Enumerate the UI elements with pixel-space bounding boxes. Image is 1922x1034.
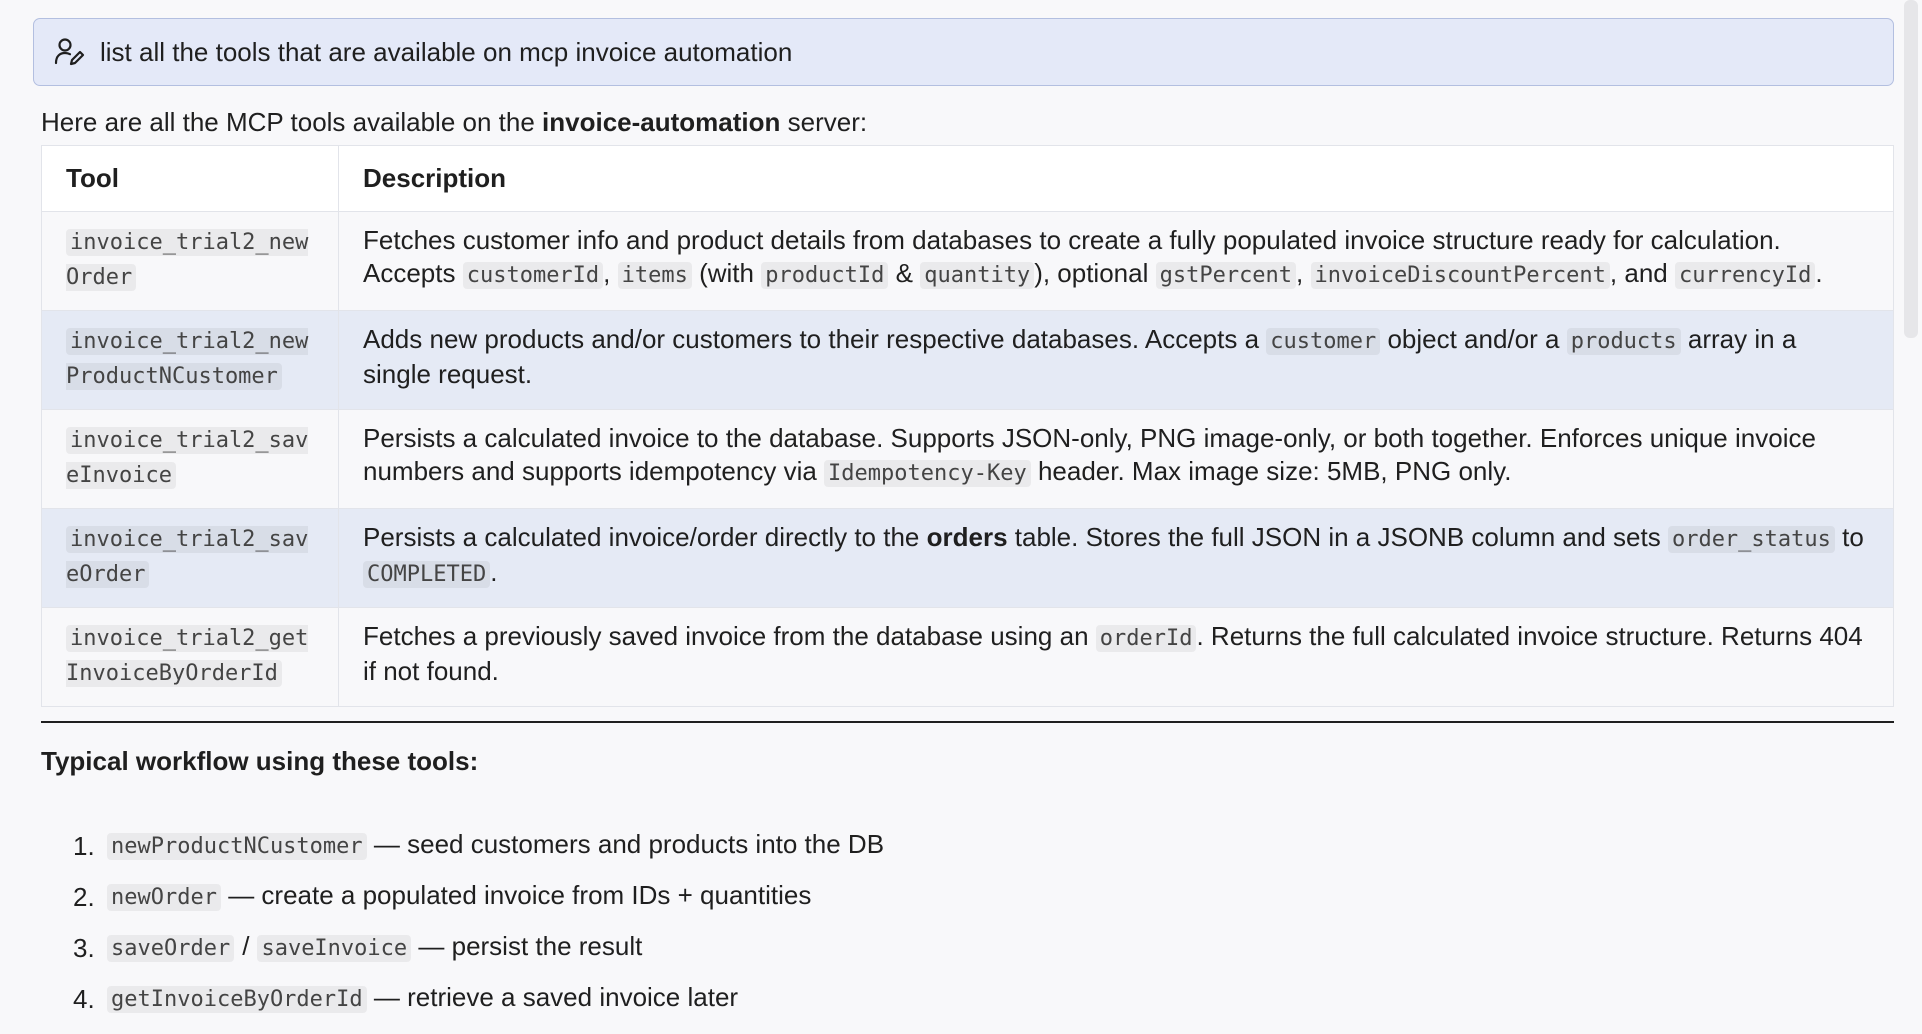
description-text: .: [1815, 258, 1823, 288]
inline-code: items: [617, 262, 692, 289]
step-text: — seed customers and products into the D…: [366, 829, 885, 859]
inline-code: customerId: [462, 262, 604, 289]
step-code: newOrder: [107, 884, 221, 911]
chat-page: list all the tools that are available on…: [0, 0, 1922, 1034]
description-text: , and: [1609, 258, 1675, 288]
step-code: saveOrder: [107, 935, 235, 962]
tool-name-cell: invoice_trial2_getInvoiceByOrderId: [41, 607, 339, 707]
step-code: saveInvoice: [257, 935, 412, 962]
workflow-step: 3. saveOrder / saveInvoice — persist the re…: [73, 922, 884, 973]
step-text: — retrieve a saved invoice later: [366, 982, 739, 1012]
tool-name-cell: invoice_trial2_saveOrder: [41, 508, 339, 608]
inline-code: invoiceDiscountPercent: [1310, 262, 1610, 289]
inline-code: COMPLETED: [363, 561, 491, 588]
description-text: Fetches a previously saved invoice from …: [363, 621, 1096, 651]
table-row: invoice_trial2_newOrder Fetches customer …: [41, 211, 1894, 311]
step-content: newProductNCustomer — seed customers and…: [107, 826, 884, 865]
user-edit-icon[interactable]: [52, 35, 86, 69]
step-text: — create a populated invoice from IDs + …: [220, 880, 812, 910]
inline-code: quantity: [920, 262, 1035, 289]
table-row: invoice_trial2_saveOrder Persists a calcu…: [41, 508, 1894, 608]
description-text: ,: [1296, 258, 1311, 288]
tool-name-cell: invoice_trial2_saveInvoice: [41, 409, 339, 509]
table-row: invoice_trial2_saveInvoice Persists a cal…: [41, 409, 1894, 509]
tool-description-cell: Adds new products and/or customers to th…: [338, 310, 1894, 410]
description-text: Adds new products and/or customers to th…: [363, 324, 1267, 354]
workflow-step: 2. newOrder — create a populated invoice …: [73, 871, 884, 922]
description-text: .: [490, 557, 498, 587]
tools-table-body: invoice_trial2_newOrder Fetches customer …: [41, 211, 1894, 707]
table-row: invoice_trial2_getInvoiceByOrderId Fetche…: [41, 607, 1894, 707]
inline-code: currencyId: [1674, 262, 1816, 289]
inline-code: gstPercent: [1155, 262, 1297, 289]
tool-name-cell: invoice_trial2_newOrder: [41, 211, 339, 311]
tool-name: invoice_trial2_getInvoiceByOrderId: [66, 625, 309, 687]
description-text: ,: [603, 258, 618, 288]
prompt-text: list all the tools that are available on…: [100, 36, 793, 67]
tool-name: invoice_trial2_saveInvoice: [66, 427, 309, 489]
inline-code: Idempotency-Key: [824, 460, 1031, 487]
tool-name-cell: invoice_trial2_newProductNCustomer: [41, 310, 339, 410]
step-number: 4.: [73, 983, 95, 1014]
tool-description-cell: Persists a calculated invoice to the dat…: [338, 409, 1894, 509]
inline-code: customer: [1266, 328, 1381, 355]
workflow-step: 4. getInvoiceByOrderId — retrieve a saved…: [73, 973, 884, 1024]
description-text: object and/or a: [1380, 324, 1567, 354]
step-number: 3.: [73, 932, 95, 963]
header-description: Description: [338, 145, 1894, 212]
step-content: saveOrder / saveInvoice — persist the resu…: [107, 928, 642, 967]
server-name: invoice-automation: [542, 107, 781, 137]
tool-name: invoice_trial2_newProductNCustomer: [66, 328, 309, 390]
description-text: to: [1834, 522, 1864, 552]
intro-text: Here are all the MCP tools available on …: [41, 104, 867, 140]
tools-table: Tool Description invoice_trial2_newOrder…: [41, 145, 1894, 707]
step-content: getInvoiceByOrderId — retrieve a saved i…: [107, 979, 738, 1018]
workflow-title: Typical workflow using these tools:: [41, 746, 479, 776]
step-text: — persist the result: [411, 931, 643, 961]
description-text: &: [888, 258, 921, 288]
description-text: header. Max image size: 5MB, PNG only.: [1030, 456, 1512, 486]
divider: [41, 721, 1894, 723]
user-prompt-bubble: list all the tools that are available on…: [33, 18, 1894, 86]
header-tool: Tool: [41, 145, 339, 212]
step-code: getInvoiceByOrderId: [107, 986, 367, 1013]
scrollbar[interactable]: [1904, 0, 1918, 338]
intro-before: Here are all the MCP tools available on …: [41, 107, 543, 137]
table-row: invoice_trial2_newProductNCustomer Adds n…: [41, 310, 1894, 410]
inline-code: products: [1566, 328, 1681, 355]
step-separator: /: [242, 931, 250, 961]
inline-code: order_status: [1667, 526, 1835, 553]
description-text: Persists a calculated invoice/order dire…: [363, 522, 927, 552]
tool-description-cell: Persists a calculated invoice/order dire…: [338, 508, 1894, 608]
inline-code: orderId: [1095, 625, 1197, 652]
description-bold: orders: [926, 522, 1008, 552]
step-content: newOrder — create a populated invoice fr…: [107, 877, 811, 916]
tool-name: invoice_trial2_saveOrder: [66, 526, 309, 588]
description-text: ), optional: [1034, 258, 1156, 288]
step-code: newProductNCustomer: [107, 833, 367, 860]
step-number: 1.: [73, 830, 95, 861]
description-text: table. Stores the full JSON in a JSONB c…: [1007, 522, 1668, 552]
workflow-steps: 1. newProductNCustomer — seed customers a…: [73, 820, 884, 1024]
tool-description-cell: Fetches a previously saved invoice from …: [338, 607, 1894, 707]
tool-description-cell: Fetches customer info and product detail…: [338, 211, 1894, 311]
inline-code: productId: [761, 262, 889, 289]
intro-after: server:: [780, 107, 868, 137]
tool-name: invoice_trial2_newOrder: [66, 229, 309, 291]
step-number: 2.: [73, 881, 95, 912]
description-text: (with: [691, 258, 762, 288]
workflow-step: 1. newProductNCustomer — seed customers a…: [73, 820, 884, 871]
